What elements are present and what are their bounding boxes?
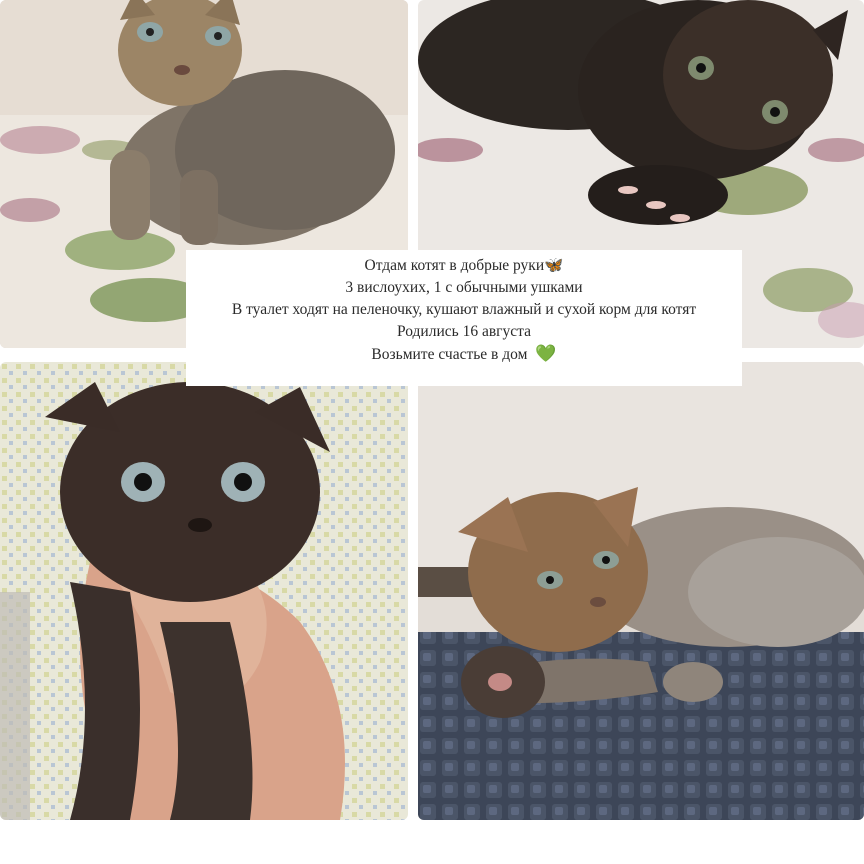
caption-line-1: Отдам котят в добрые руки🦋	[196, 255, 732, 277]
caption-line-5: Возьмите счастье в дом 💚	[196, 343, 732, 366]
caption-line-2: 3 вислоухих, 1 с обычными ушками	[345, 279, 583, 296]
caption-line-1-text: Отдам котят в добрые руки	[364, 257, 545, 274]
caption-line-4: Родились 16 августа	[397, 323, 531, 340]
photo-tabby-fold-kitten-lying-image	[418, 362, 864, 820]
photo-tabby-fold-kitten-lying	[418, 362, 864, 820]
caption-box: Отдам котят в добрые руки🦋 3 вислоухих, …	[186, 250, 742, 386]
caption-line-3: В туалет ходят на пеленочку, кушают влаж…	[231, 301, 697, 318]
photo-dark-fold-kitten-held	[0, 362, 408, 820]
photo-dark-fold-kitten-held-image	[0, 362, 408, 820]
green-heart-icon: 💚	[535, 344, 557, 363]
butterfly-icon: 🦋	[544, 257, 564, 274]
caption-line-5-text: Возьмите счастье в дом	[371, 346, 528, 363]
